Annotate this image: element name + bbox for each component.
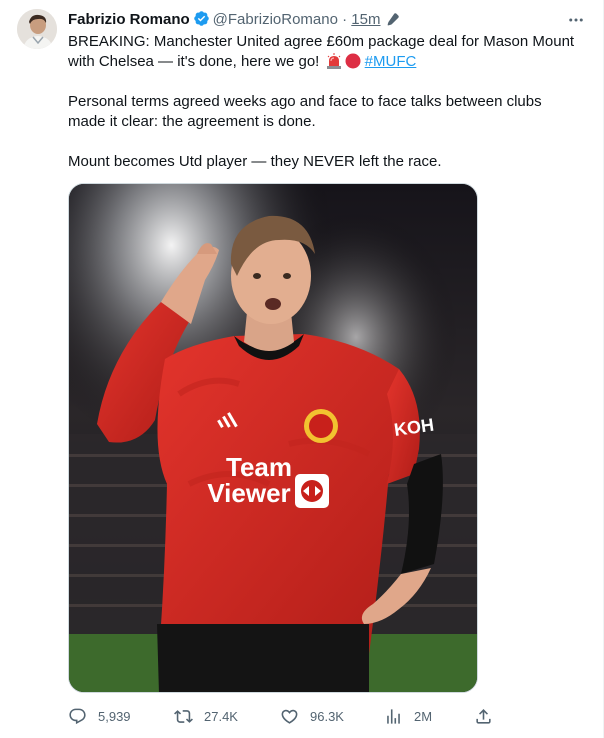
views-count: 2M [414, 708, 433, 724]
tweet-text: BREAKING: Manchester United agree £60m p… [68, 32, 578, 172]
tweet-actions: 5,939 27.4K 96.3K 2M [68, 704, 493, 728]
tweet-paragraph-2: Personal terms agreed weeks ago and face… [68, 93, 542, 130]
red-circle-emoji-icon [345, 53, 361, 69]
player-photo: Team Viewer KOH [69, 184, 477, 692]
like-count: 96.3K [310, 708, 344, 724]
verified-badge-icon [193, 10, 210, 33]
like-button[interactable]: 96.3K [280, 704, 344, 728]
tweet-timestamp[interactable]: 15m [351, 11, 380, 28]
tweet: Fabrizio Romano @FabrizioRomano · 15m BRE… [0, 0, 604, 738]
repost-button[interactable]: 27.4K [174, 704, 238, 728]
time-separator: · [342, 11, 348, 28]
edit-pencil-icon [386, 12, 400, 32]
author-handle[interactable]: @FabrizioRomano [213, 11, 338, 28]
tweet-paragraph-3: Mount becomes Utd player — they NEVER le… [68, 153, 442, 170]
tweet-line-2: with Chelsea — it's done, here we go! #M… [68, 52, 578, 72]
tweet-line-2-text: with Chelsea — it's done, here we go! [68, 53, 324, 70]
tweet-media-image[interactable]: Team Viewer KOH [68, 183, 478, 693]
more-options-icon[interactable] [565, 10, 587, 30]
author-name[interactable]: Fabrizio Romano [68, 11, 190, 28]
reply-button[interactable]: 5,939 [68, 704, 131, 728]
tweet-header: Fabrizio Romano @FabrizioRomano · 15m [68, 10, 583, 30]
tweet-line-1: BREAKING: Manchester United agree £60m p… [68, 33, 575, 50]
reply-count: 5,939 [98, 708, 131, 724]
rotating-light-emoji-icon [326, 53, 342, 69]
share-icon [474, 707, 493, 726]
avatar[interactable] [17, 9, 57, 49]
hashtag-link[interactable]: #MUFC [365, 53, 417, 70]
repost-icon [174, 707, 193, 726]
repost-count: 27.4K [204, 708, 238, 724]
views-button[interactable]: 2M [384, 704, 432, 728]
sponsor-line-2: Viewer [207, 478, 290, 508]
like-icon [280, 707, 299, 726]
share-button[interactable] [474, 704, 493, 728]
views-icon [384, 707, 403, 726]
reply-icon [68, 707, 87, 726]
